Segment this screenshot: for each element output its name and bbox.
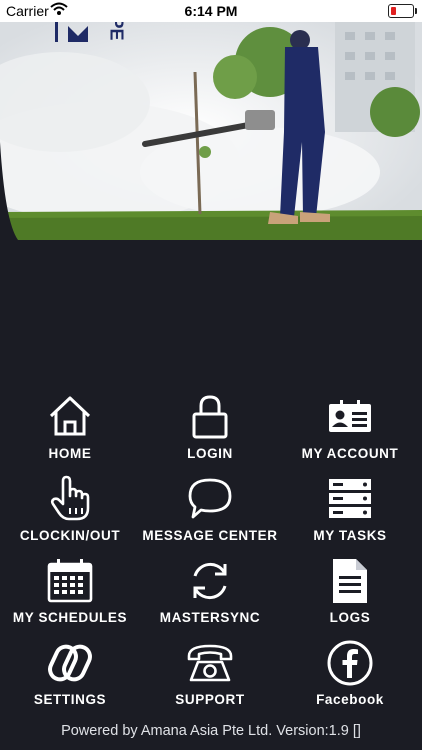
menu-item-home[interactable]: HOME [0,392,140,472]
telephone-icon [185,638,235,688]
document-icon [325,556,375,606]
menu-label: MY TASKS [313,528,387,543]
menu-item-support[interactable]: SUPPORT [140,638,280,718]
menu-label: HOME [48,446,92,461]
status-bar: Carrier 6:14 PM [0,0,422,22]
menu-item-clockin-out[interactable]: CLOCKIN/OUT [0,474,140,554]
facebook-icon [325,638,375,688]
menu-item-settings[interactable]: SETTINGS [0,638,140,718]
home-icon [45,392,95,442]
menu-label: Facebook [316,692,384,707]
tasks-stack-icon [325,474,375,524]
menu-item-facebook[interactable]: Facebook [280,638,420,718]
menu-label: SETTINGS [33,692,107,707]
footer-powered-by: Powered by Amana Asia Pte Ltd. Version:1… [61,723,361,739]
menu-item-my-tasks[interactable]: MY TASKS [280,474,420,554]
menu-label: MY SCHEDULES [12,610,128,625]
sync-icon [185,556,235,606]
calendar-icon [45,556,95,606]
logo-text: PE [106,22,127,41]
menu-item-message-center[interactable]: MESSAGE CENTER [140,474,280,554]
menu-item-login[interactable]: LOGIN [140,392,280,472]
id-card-icon [325,392,375,442]
hand-pointer-icon [45,474,95,524]
battery-icon [388,4,417,18]
link-icon [45,638,95,688]
menu-item-mastersync[interactable]: MASTERSYNC [140,556,280,636]
hero-banner-image: PE [0,22,422,240]
menu-label: CLOCKIN/OUT [19,528,121,543]
menu-label: SUPPORT [175,692,245,707]
menu-label: MY ACCOUNT [301,446,399,461]
lock-icon [185,392,235,442]
menu-label: MESSAGE CENTER [142,528,278,543]
status-time: 6:14 PM [184,3,238,19]
speech-bubble-icon [185,474,235,524]
menu-label: LOGIN [187,446,233,461]
menu-label: LOGS [329,610,371,625]
menu-label: MASTERSYNC [159,610,261,625]
menu-item-my-schedules[interactable]: MY SCHEDULES [0,556,140,636]
menu-item-my-account[interactable]: MY ACCOUNT [280,392,420,472]
menu-item-logs[interactable]: LOGS [280,556,420,636]
